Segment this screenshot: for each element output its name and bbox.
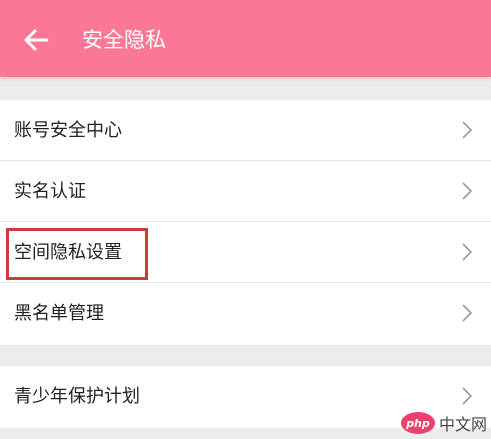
back-button[interactable] [20, 24, 52, 56]
watermark-text: 中文网 [438, 415, 487, 434]
row-label: 账号安全中心 [14, 120, 122, 141]
top-app-bar: 安全隐私 [0, 0, 491, 77]
chevron-right-icon [462, 387, 473, 405]
page-title: 安全隐私 [82, 28, 166, 52]
settings-group-primary: 账号安全中心 实名认证 空间隐私设置 黑名单管理 [0, 100, 491, 345]
chevron-right-icon [462, 243, 473, 261]
row-label: 黑名单管理 [14, 303, 104, 324]
watermark: php 中文网 [400, 411, 487, 435]
row-label: 青少年保护计划 [14, 386, 140, 407]
php-logo-icon: php [400, 412, 435, 434]
row-blacklist-management[interactable]: 黑名单管理 [0, 283, 491, 344]
chevron-right-icon [462, 121, 473, 139]
row-account-security-center[interactable]: 账号安全中心 [0, 100, 491, 161]
chevron-right-icon [462, 182, 473, 200]
highlight-annotation-box [6, 228, 148, 280]
arrow-left-icon [24, 29, 49, 51]
row-label: 实名认证 [14, 181, 86, 202]
chevron-right-icon [462, 304, 473, 322]
row-real-name-verification[interactable]: 实名认证 [0, 161, 491, 222]
